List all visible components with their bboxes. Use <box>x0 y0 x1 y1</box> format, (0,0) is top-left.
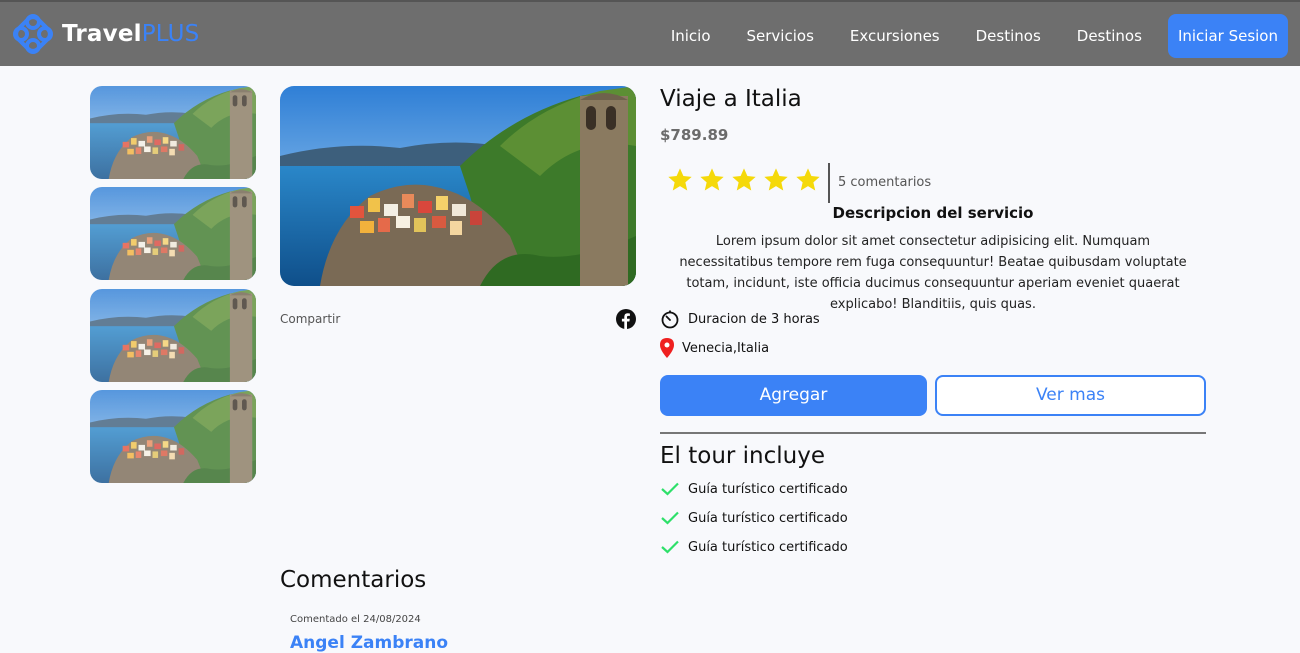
brand-icon <box>13 14 53 54</box>
timer-icon <box>661 310 679 329</box>
includes-title: El tour incluye <box>660 443 826 469</box>
nav-link-destinos[interactable]: Destinos <box>976 19 1041 53</box>
gallery-thumbnail[interactable] <box>90 390 256 483</box>
includes-item: Guía turístico certificado <box>660 481 848 497</box>
rating-stars <box>666 166 826 194</box>
nav-link-servicios[interactable]: Servicios <box>747 19 814 53</box>
section-divider <box>660 432 1206 434</box>
facebook-icon[interactable] <box>616 309 636 329</box>
star-icon <box>794 166 822 194</box>
main-image <box>280 86 636 286</box>
nav-link-inicio[interactable]: Inicio <box>671 19 711 53</box>
check-icon <box>661 482 679 496</box>
star-icon <box>666 166 694 194</box>
rating-divider <box>828 163 830 203</box>
comments-title: Comentarios <box>280 567 427 593</box>
gallery-thumbnail[interactable] <box>90 86 256 179</box>
comments-count[interactable]: 5 comentarios <box>838 175 931 190</box>
includes-item-label: Guía turístico certificado <box>688 481 848 497</box>
product-title: Viaje a Italia <box>660 86 802 112</box>
includes-item: Guía turístico certificado <box>660 539 848 555</box>
add-button[interactable]: Agregar <box>660 375 927 416</box>
map-pin-icon <box>660 338 674 358</box>
location-info: Venecia,Italia <box>660 338 769 358</box>
check-icon <box>661 511 679 525</box>
brand-name: TravelPLUS <box>62 21 199 47</box>
star-icon <box>762 166 790 194</box>
check-icon <box>661 540 679 554</box>
product-price: $789.89 <box>660 126 729 144</box>
brand-name-part2: PLUS <box>141 21 200 47</box>
navbar: TravelPLUS Inicio Servicios Excursiones … <box>0 0 1300 66</box>
see-more-button[interactable]: Ver mas <box>935 375 1206 416</box>
includes-item-label: Guía turístico certificado <box>688 539 848 555</box>
brand-name-part1: Travel <box>62 21 142 47</box>
description-title: Descripcion del servicio <box>832 204 1034 222</box>
duration-text: Duracion de 3 horas <box>688 311 820 327</box>
location-text: Venecia,Italia <box>682 340 770 356</box>
includes-item-label: Guía turístico certificado <box>688 510 848 526</box>
duration-info: Duracion de 3 horas <box>660 309 820 329</box>
nav-links: Inicio Servicios Excursiones Destinos De… <box>653 14 1288 58</box>
star-icon <box>698 166 726 194</box>
brand-logo[interactable]: TravelPLUS <box>12 12 199 56</box>
description-text: Lorem ipsum dolor sit amet consectetur a… <box>679 234 1187 312</box>
includes-item: Guía turístico certificado <box>660 510 848 526</box>
gallery-thumbnail[interactable] <box>90 187 256 280</box>
login-button[interactable]: Iniciar Sesion <box>1167 14 1288 58</box>
share-label: Compartir <box>280 312 341 326</box>
nav-link-destinos-2[interactable]: Destinos <box>1077 19 1142 53</box>
gallery-thumbnail[interactable] <box>90 289 256 382</box>
nav-link-excursiones[interactable]: Excursiones <box>850 19 940 53</box>
comment-date: Comentado el 24/08/2024 <box>290 614 421 625</box>
star-icon <box>730 166 758 194</box>
comment-author[interactable]: Angel Zambrano <box>290 633 448 653</box>
